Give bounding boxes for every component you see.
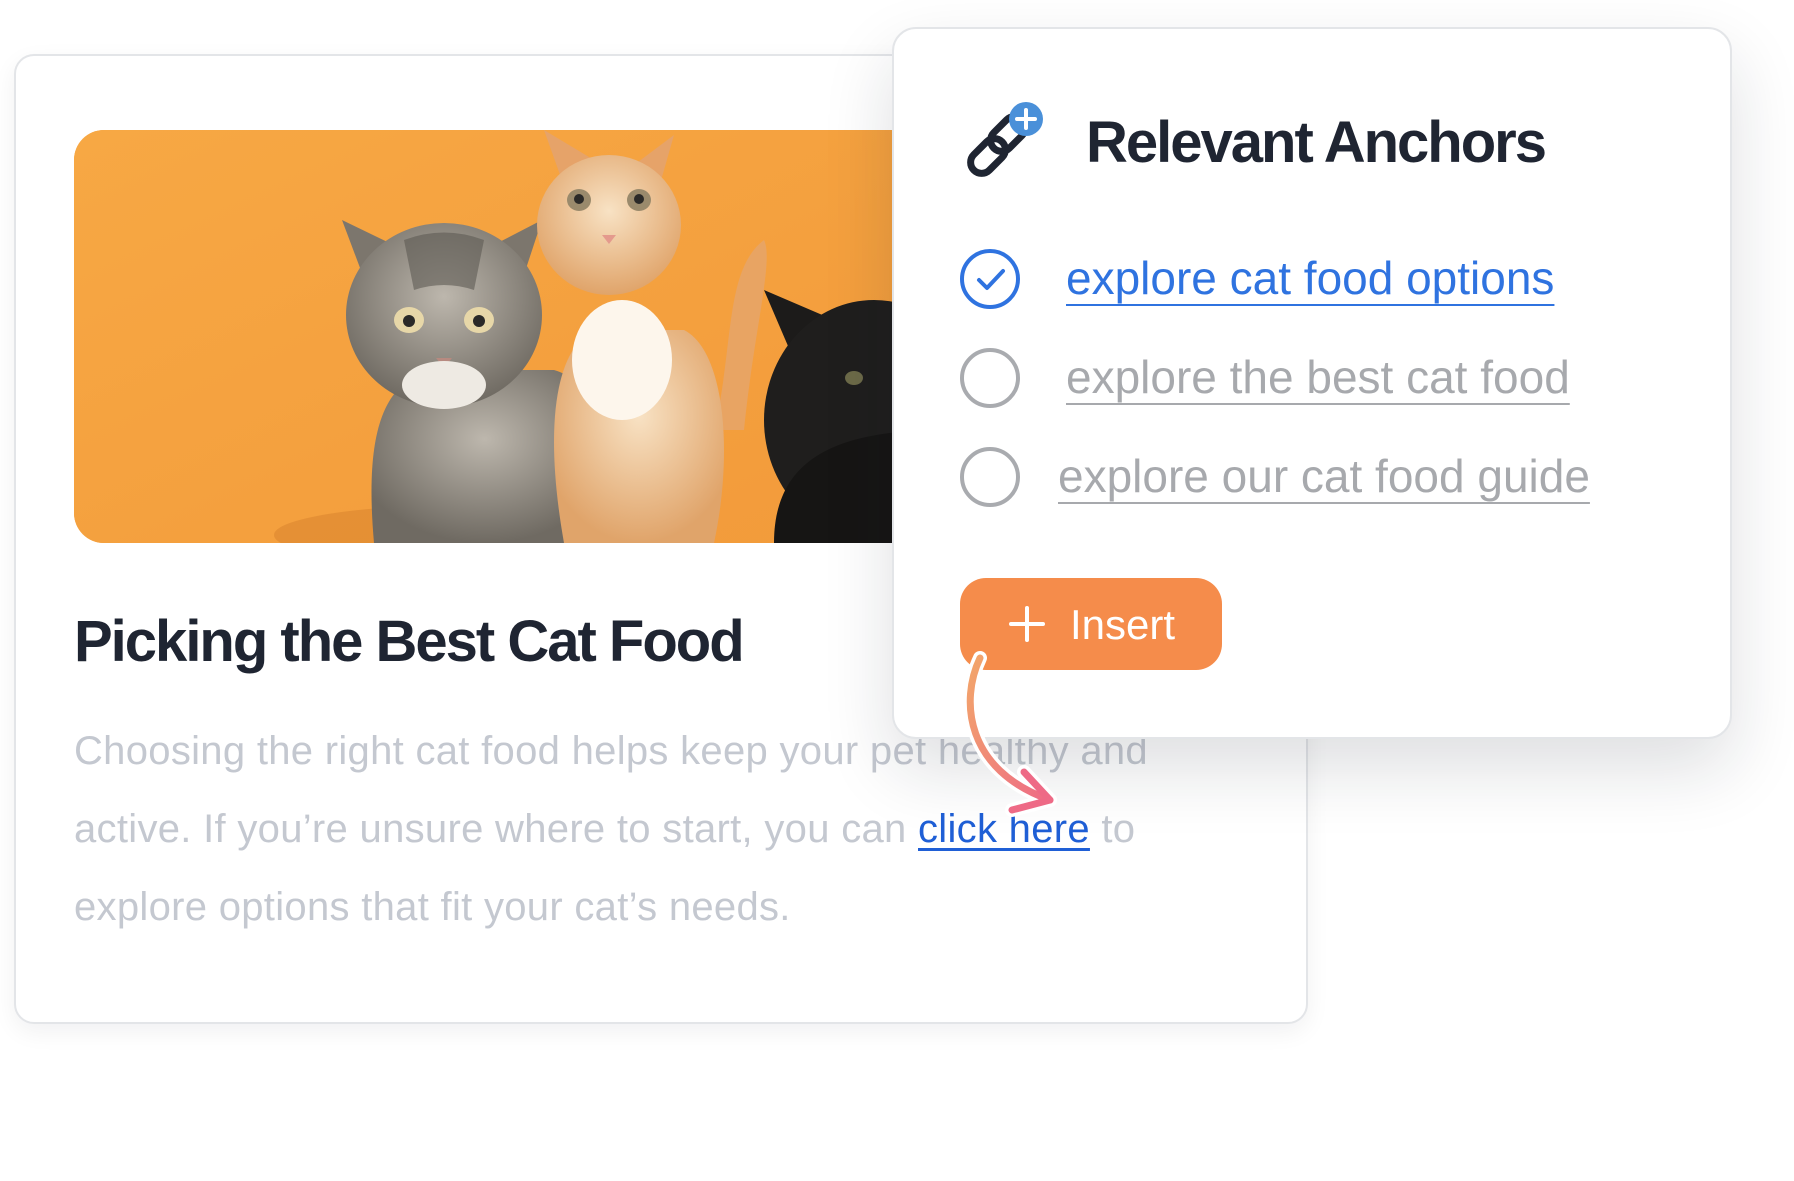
link-plus-icon <box>960 99 1050 194</box>
relevant-anchors-popover: Relevant Anchors explore cat food option… <box>892 27 1732 739</box>
anchor-option-label[interactable]: explore our cat food guide <box>1058 449 1590 503</box>
article-title: Picking the Best Cat Food <box>74 609 745 674</box>
radio-checked[interactable] <box>960 249 1020 309</box>
popover-title: Relevant Anchors <box>1086 110 1547 175</box>
curved-arrow-icon <box>963 651 1057 817</box>
radio-unchecked[interactable] <box>960 447 1020 507</box>
checkmark-icon <box>977 269 1005 290</box>
plus-icon <box>1009 606 1045 642</box>
anchor-option-label[interactable]: explore the best cat food <box>1066 350 1570 404</box>
insert-button-label: Insert <box>1070 601 1176 648</box>
radio-unchecked[interactable] <box>960 348 1020 408</box>
anchor-option-label[interactable]: explore cat food options <box>1066 251 1554 305</box>
hero-image <box>74 130 944 543</box>
